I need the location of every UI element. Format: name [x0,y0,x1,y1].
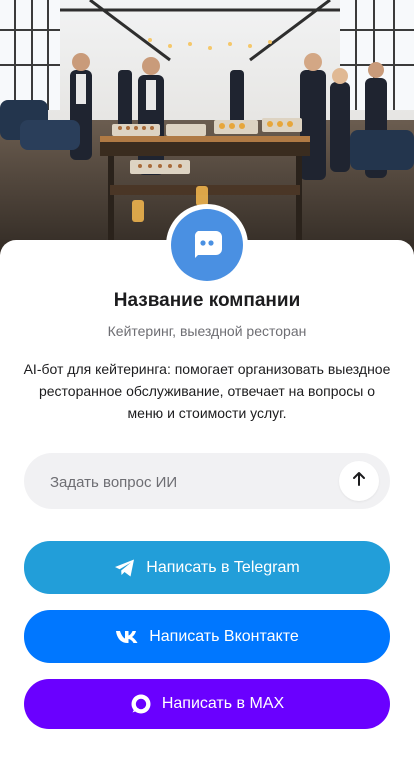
max-button[interactable]: Написать в MAX [24,679,390,729]
telegram-button[interactable]: Написать в Telegram [24,541,390,594]
vk-button[interactable]: Написать Вконтакте [24,610,390,663]
page: Название компании Кейтеринг, выездной ре… [0,0,414,770]
max-button-label: Написать в MAX [161,695,285,712]
company-name: Название компании [113,290,301,311]
send-button[interactable] [339,461,379,501]
chat-bot-icon [190,226,224,265]
avatar [171,209,243,281]
vk-button-label: Написать Вконтакте [149,627,299,645]
ask-ai-input[interactable] [48,453,342,511]
vk-icon [115,630,139,644]
company-subtitle: Кейтеринг, выездной ресторан [107,323,307,339]
ask-ai-box [24,453,390,511]
telegram-icon [114,558,136,578]
max-icon [130,693,152,715]
company-description: AI-бот для кейтеринга: помогает организо… [23,361,391,421]
telegram-button-label: Написать в Telegram [146,558,300,576]
arrow-up-icon [350,470,368,493]
avatar-ring [166,204,248,286]
